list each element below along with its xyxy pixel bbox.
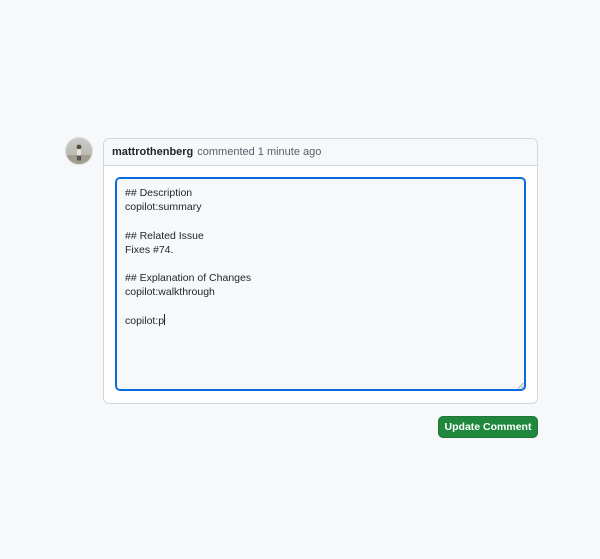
editor-line: copilot:summary <box>125 201 202 214</box>
page: mattrothenberg commented 1 minute ago ##… <box>0 0 600 559</box>
comment-timestamp[interactable]: 1 minute ago <box>258 146 322 158</box>
editor-line: ## Explanation of Changes <box>125 272 252 285</box>
update-comment-button[interactable]: Update Comment <box>438 416 538 438</box>
resize-grip-icon[interactable] <box>517 382 524 389</box>
comment-author-link[interactable]: mattrothenberg <box>112 146 193 158</box>
text-caret <box>164 313 166 325</box>
avatar[interactable] <box>66 138 92 164</box>
editor-line-text: copilot:p <box>125 314 165 327</box>
comment-header: mattrothenberg commented 1 minute ago <box>104 139 537 166</box>
editor-line: Fixes #74. <box>125 243 174 256</box>
comment-textarea[interactable]: ## Description copilot:summary ## Relate… <box>115 177 526 391</box>
comment-action-text: commented <box>197 146 255 158</box>
editor-line: ## Description <box>125 187 193 199</box>
editor-line: copilot:walkthrough <box>125 286 215 299</box>
editor-line-current: copilot:p <box>125 313 516 328</box>
comment-box: mattrothenberg commented 1 minute ago ##… <box>103 138 538 404</box>
user-avatar-icon <box>66 138 92 164</box>
editor-line: ## Related Issue <box>125 229 204 242</box>
